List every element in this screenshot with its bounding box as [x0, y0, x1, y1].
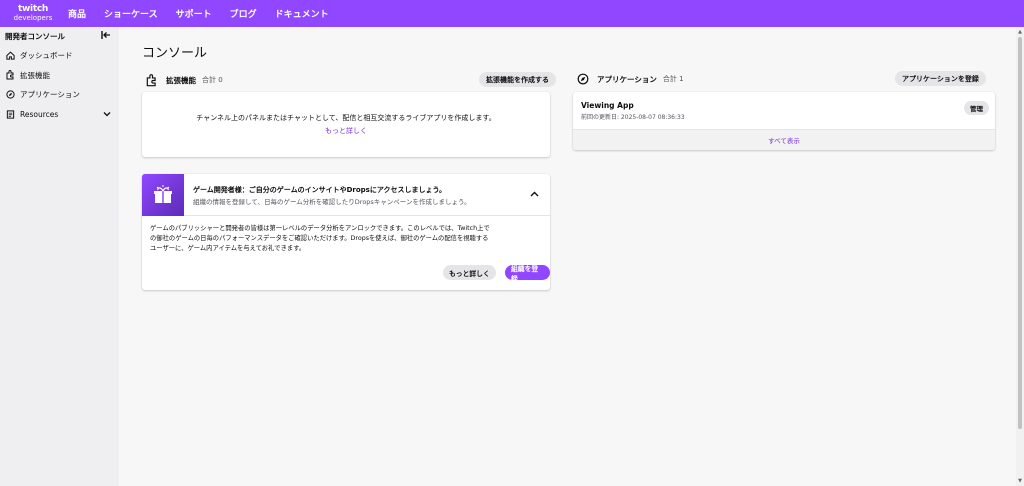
- game-developer-body: ゲームのパブリッシャーと開発者の皆様は第一レベルのデータ分析をアンロックできます…: [150, 224, 545, 254]
- compass-icon: [577, 72, 591, 86]
- applications-count: 合計 1: [662, 75, 684, 83]
- game-developer-header[interactable]: ゲーム開発者様：ご自分のゲームのインサイトやDropsにアクセスしましょう。 組…: [142, 174, 550, 216]
- sidebar-item-label: Resources: [20, 109, 59, 119]
- extensions-label: 拡張機能: [166, 75, 196, 85]
- twitch-developers-logo[interactable]: twitch developers: [10, 0, 56, 27]
- page-scrollbar[interactable]: ▲ ▼: [1016, 27, 1024, 486]
- register-organization-button[interactable]: 組織を登録: [505, 265, 550, 283]
- top-navigation: twitch developers 商品 ショーケース サポート ブログ ドキュ…: [0, 0, 1024, 27]
- application-updated-date: 前回の更新日: 2025-08-07 08:36:33: [581, 114, 685, 121]
- puzzle-icon: [5, 70, 16, 81]
- sidebar: 開発者コンソール ダッシュボード 拡張機能 アプリケーション Resources: [0, 27, 119, 486]
- puzzle-icon: [146, 73, 160, 87]
- body-text-line: の御社のゲームの日毎のパフォーマンスデータをご確認いただけます。Dropsを使え…: [150, 235, 489, 242]
- sidebar-title: 開発者コンソール: [5, 32, 65, 41]
- list-item: Viewing App 前回の更新日: 2025-08-07 08:36:33 …: [573, 92, 995, 129]
- applications-label: アプリケーション: [597, 74, 657, 84]
- application-name: Viewing App: [581, 101, 634, 110]
- extensions-section-header: 拡張機能 合計 0: [146, 72, 223, 88]
- extensions-description: チャンネル上のパネルまたはチャットとして、配信と相互交流するライブアプリを作成し…: [196, 114, 496, 122]
- manage-application-button[interactable]: 管理: [964, 101, 989, 115]
- create-extension-button[interactable]: 拡張機能を作成する: [479, 72, 556, 87]
- sidebar-item-applications[interactable]: アプリケーション: [0, 85, 119, 105]
- extensions-card: チャンネル上のパネルまたはチャットとして、配信と相互交流するライブアプリを作成し…: [142, 92, 550, 157]
- nav-link-products[interactable]: 商品: [68, 7, 86, 20]
- show-all-link[interactable]: すべて表示: [573, 129, 995, 150]
- sidebar-header: 開発者コンソール: [0, 27, 119, 46]
- document-icon: [5, 109, 16, 120]
- extensions-learn-more-link[interactable]: もっと詳しく: [325, 126, 367, 136]
- extensions-count: 合計 0: [202, 76, 223, 84]
- body-text-line: ゲームのパブリッシャーと開発者の皆様は第一レベルのデータ分析をアンロックできます…: [150, 225, 490, 232]
- main-content: コンソール 拡張機能 合計 0 拡張機能を作成する チャンネル上のパネルまたはチ…: [119, 27, 1016, 486]
- sidebar-item-label: 拡張機能: [20, 70, 50, 80]
- collapse-left-icon[interactable]: [101, 31, 111, 42]
- applications-card: Viewing App 前回の更新日: 2025-08-07 08:36:33 …: [573, 92, 995, 150]
- nav-links: 商品 ショーケース サポート ブログ ドキュメント: [68, 7, 347, 20]
- sidebar-item-resources[interactable]: Resources: [0, 105, 119, 125]
- compass-icon: [5, 89, 16, 100]
- nav-link-blog[interactable]: ブログ: [230, 7, 257, 20]
- scrollbar-thumb[interactable]: [1018, 37, 1022, 429]
- game-developer-subtitle: 組織の情報を登録して、日毎のゲーム分析を確認したりDropsキャンペーンを作成し…: [193, 198, 471, 206]
- chevron-down-icon[interactable]: [103, 110, 111, 119]
- nav-link-support[interactable]: サポート: [176, 7, 212, 20]
- game-developer-card: ゲーム開発者様：ご自分のゲームのインサイトやDropsにアクセスしましょう。 組…: [142, 174, 550, 290]
- sidebar-item-label: ダッシュボード: [20, 51, 73, 61]
- sidebar-item-dashboard[interactable]: ダッシュボード: [0, 46, 119, 66]
- applications-section-header: アプリケーション 合計 1: [577, 71, 684, 87]
- nav-link-docs[interactable]: ドキュメント: [275, 7, 329, 20]
- chevron-up-icon[interactable]: [528, 188, 540, 200]
- register-application-button[interactable]: アプリケーションを登録: [895, 71, 986, 86]
- sidebar-item-label: アプリケーション: [20, 90, 80, 100]
- learn-more-button[interactable]: もっと詳しく: [443, 265, 496, 280]
- sidebar-item-extensions[interactable]: 拡張機能: [0, 66, 119, 86]
- gift-box-icon: [142, 174, 184, 216]
- scroll-down-arrow-icon[interactable]: ▼: [1017, 478, 1023, 484]
- scroll-up-arrow-icon[interactable]: ▲: [1017, 29, 1023, 35]
- page-title: コンソール: [142, 46, 208, 61]
- logo-text-developers: developers: [13, 14, 53, 22]
- nav-link-showcase[interactable]: ショーケース: [104, 7, 158, 20]
- logo-text-twitch: twitch: [18, 4, 48, 14]
- home-icon: [5, 50, 16, 61]
- body-text-line: ユーザーに、ゲーム内アイテムを与えてお礼できます。: [150, 245, 306, 252]
- game-developer-title: ゲーム開発者様：ご自分のゲームのインサイトやDropsにアクセスしましょう。: [193, 186, 447, 194]
